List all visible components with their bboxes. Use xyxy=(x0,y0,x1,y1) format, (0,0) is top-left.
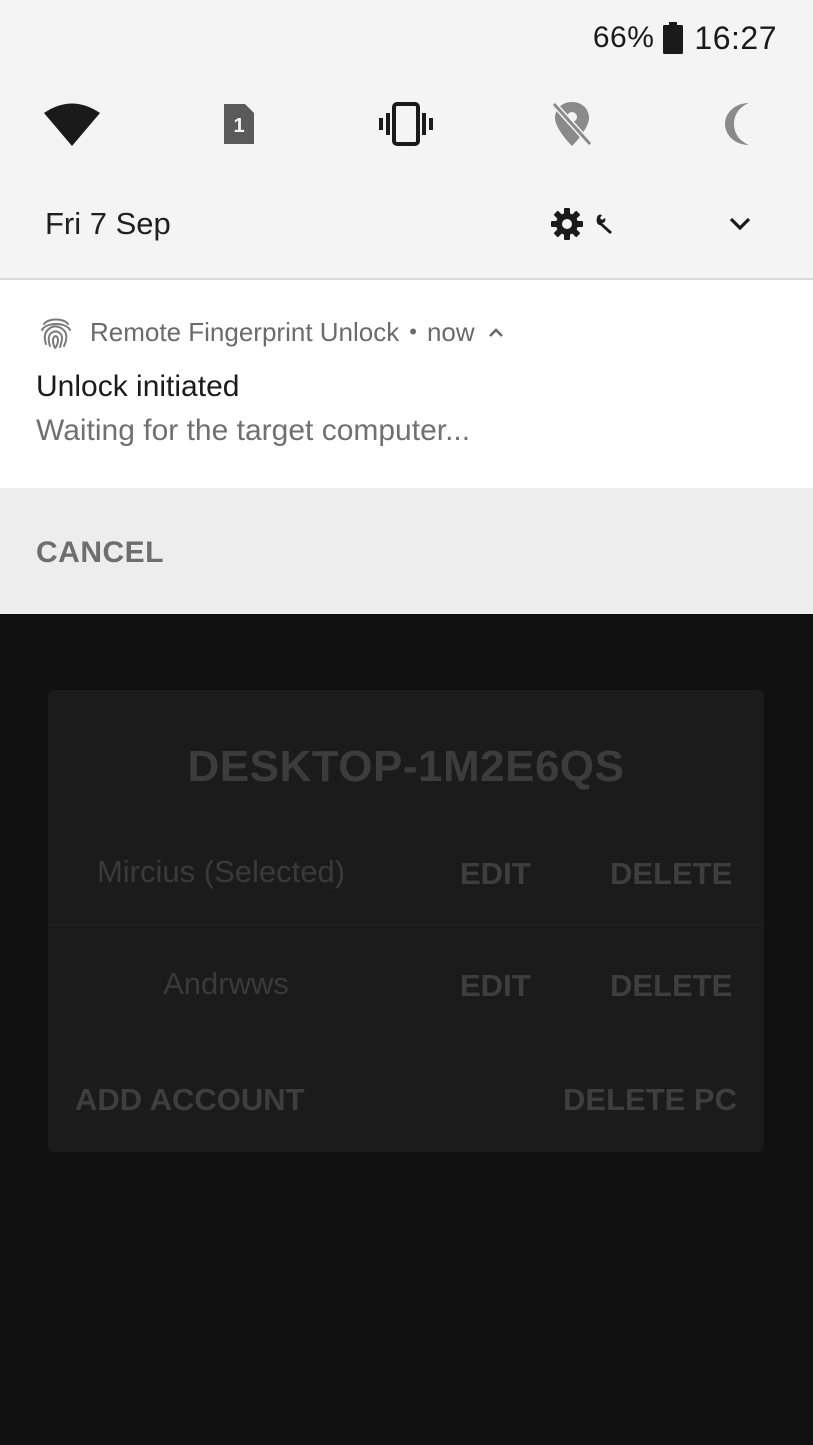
fingerprint-icon xyxy=(41,318,71,349)
delete-pc-button[interactable]: DELETE PC xyxy=(563,1082,737,1118)
account-row[interactable]: Andrwws EDIT DELETE xyxy=(48,944,764,1036)
settings-gear-icon xyxy=(551,208,583,240)
location-off-icon xyxy=(551,101,593,147)
wifi-tile[interactable] xyxy=(36,92,108,156)
wrench-icon xyxy=(596,214,612,234)
sim-card-tile[interactable]: 1 xyxy=(203,92,275,156)
notification-app-name: Remote Fingerprint Unlock xyxy=(90,316,400,347)
notification-separator: • xyxy=(409,319,417,344)
add-account-button[interactable]: ADD ACCOUNT xyxy=(75,1082,305,1118)
date-row: Fri 7 Sep xyxy=(0,196,813,256)
status-bar: 66% 16:27 xyxy=(593,18,777,58)
notification-header: Remote Fingerprint Unlock • now xyxy=(38,314,505,350)
delete-account-button[interactable]: DELETE xyxy=(610,968,732,1004)
battery-percentage: 66% xyxy=(592,21,655,54)
vibrate-tile[interactable] xyxy=(370,92,442,156)
notification-time: now xyxy=(426,316,475,347)
night-mode-tile[interactable] xyxy=(705,92,777,156)
cancel-button[interactable]: CANCEL xyxy=(36,536,164,570)
battery-icon xyxy=(662,22,684,54)
notification-card[interactable]: Remote Fingerprint Unlock • now Unlock i… xyxy=(0,280,813,488)
notification-text: Waiting for the target computer... xyxy=(36,414,471,447)
vibrate-icon xyxy=(379,102,433,146)
notification-title: Unlock initiated xyxy=(36,370,240,403)
clock: 16:27 xyxy=(694,19,777,56)
settings-button[interactable] xyxy=(550,204,622,244)
wifi-icon xyxy=(44,103,100,146)
expand-button[interactable] xyxy=(716,202,764,246)
location-tile[interactable] xyxy=(536,92,608,156)
account-name[interactable]: Mircius (Selected) xyxy=(48,854,394,890)
edit-account-button[interactable]: EDIT xyxy=(460,856,531,892)
night-mode-icon xyxy=(725,103,749,145)
account-name[interactable]: Andrwws xyxy=(48,966,404,1002)
date-label: Fri 7 Sep xyxy=(45,206,171,241)
pc-name-title: DESKTOP-1M2E6QS xyxy=(187,742,625,791)
chevron-up-icon[interactable] xyxy=(487,326,505,338)
pc-card: DESKTOP-1M2E6QS Mircius (Selected) EDIT … xyxy=(48,690,764,1152)
notification-actions: CANCEL xyxy=(0,488,813,614)
sim-card-icon: 1 xyxy=(224,104,254,144)
delete-account-button[interactable]: DELETE xyxy=(610,856,732,892)
svg-text:1: 1 xyxy=(233,115,244,137)
quick-settings-tiles: 1 xyxy=(0,92,813,156)
screen: 66% 16:27 1 Fri 7 Sep Remote Fingerprint… xyxy=(0,0,813,1445)
chevron-down-icon xyxy=(729,217,751,231)
account-row[interactable]: Mircius (Selected) EDIT DELETE xyxy=(48,832,764,926)
quick-settings-shade: 66% 16:27 1 Fri 7 Sep xyxy=(0,0,813,280)
edit-account-button[interactable]: EDIT xyxy=(460,968,531,1004)
